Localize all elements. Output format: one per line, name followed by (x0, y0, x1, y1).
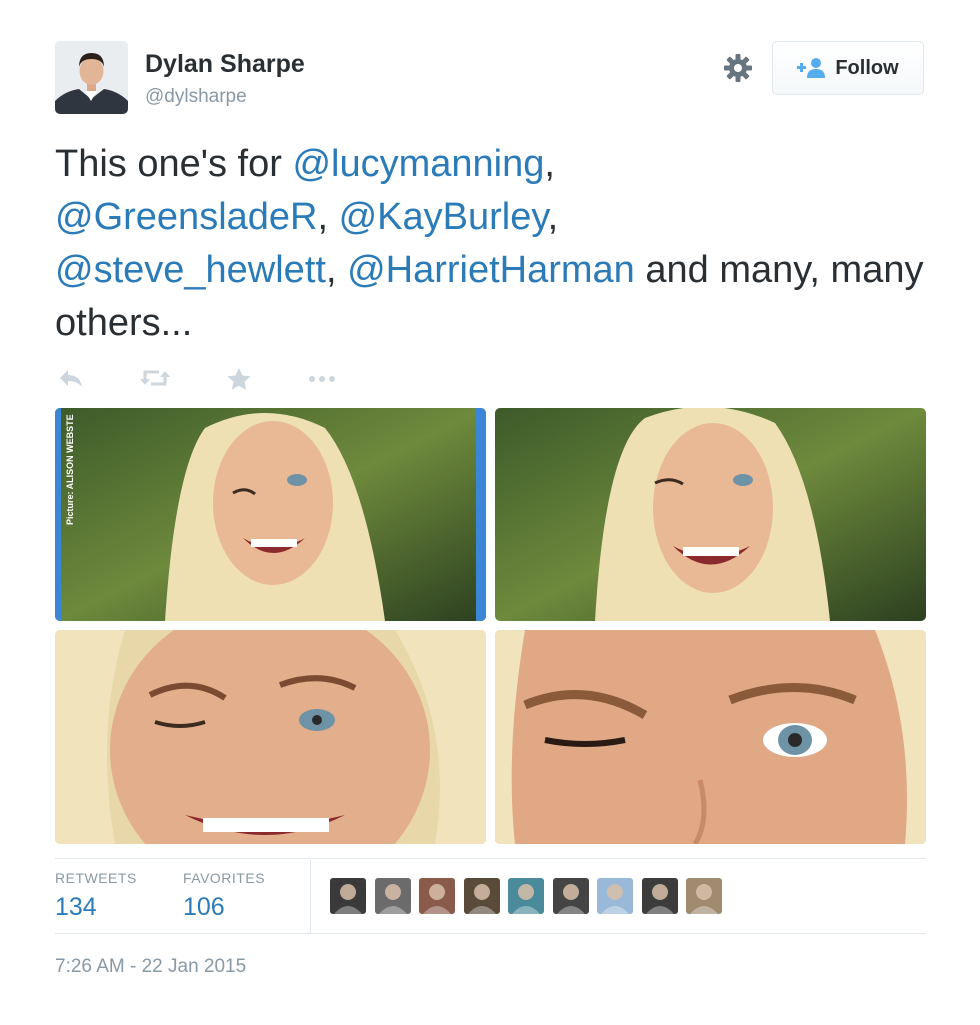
retweet-icon[interactable] (139, 367, 171, 393)
mention-kayburley[interactable]: @KayBurley (339, 196, 548, 238)
media-grid: Picture: ALISON WEBSTE (55, 408, 926, 844)
favoriter-avatar[interactable] (552, 878, 589, 914)
favorites-count[interactable]: 106 (183, 893, 225, 922)
tweet-text-part: , (547, 196, 559, 238)
more-icon[interactable] (307, 367, 337, 393)
tweet-text-part: , (325, 249, 348, 291)
mention-lucymanning[interactable]: @lucymanning (292, 143, 544, 185)
tweet-text: This one's for @lucymanning, @Greenslade… (55, 138, 925, 350)
retweets-count[interactable]: 134 (55, 893, 97, 922)
retweets-label: RETWEETS (55, 870, 137, 886)
add-user-icon (797, 58, 826, 78)
photo-1[interactable]: Picture: ALISON WEBSTE (55, 408, 486, 621)
favoriter-avatar[interactable] (463, 878, 500, 914)
favoriter-avatar[interactable] (597, 878, 633, 914)
photo-2[interactable] (495, 408, 926, 621)
tweet-actions (58, 367, 392, 393)
reply-icon[interactable] (58, 367, 84, 393)
photo-4[interactable] (495, 630, 926, 844)
stats-divider-bottom (55, 933, 926, 934)
user-handle[interactable]: @dylsharpe (145, 86, 247, 108)
favoriter-avatar[interactable] (374, 878, 411, 914)
favorite-icon[interactable] (226, 367, 252, 393)
favoriter-avatar[interactable] (508, 878, 544, 914)
photo-caption: Picture: ALISON WEBSTE (65, 414, 75, 525)
gear-icon[interactable] (722, 52, 754, 84)
stats-divider-top (55, 858, 926, 859)
timestamp[interactable]: 7:26 AM - 22 Jan 2015 (55, 956, 246, 978)
follow-button[interactable]: Follow (772, 41, 924, 95)
mention-steve-hewlett[interactable]: @steve_hewlett (55, 249, 326, 291)
tweet-text-part: , (317, 196, 339, 238)
stats-vertical-divider (310, 860, 311, 933)
favorites-label: FAVORITES (183, 870, 266, 886)
avatar[interactable] (55, 41, 128, 114)
mention-harrietharman[interactable]: @HarrietHarman (347, 249, 635, 291)
favoriter-avatar[interactable] (330, 878, 366, 914)
favoriter-avatar[interactable] (641, 878, 678, 914)
tweet-text-part: This one's for (55, 143, 293, 185)
favoriter-avatar[interactable] (419, 878, 455, 914)
user-name[interactable]: Dylan Sharpe (145, 50, 305, 79)
tweet-text-part: , (544, 143, 555, 185)
favoriter-avatar[interactable] (686, 878, 722, 914)
photo-3[interactable] (55, 630, 486, 844)
mention-greensladeR[interactable]: @GreensladeR (55, 196, 317, 238)
follow-label: Follow (835, 56, 899, 79)
